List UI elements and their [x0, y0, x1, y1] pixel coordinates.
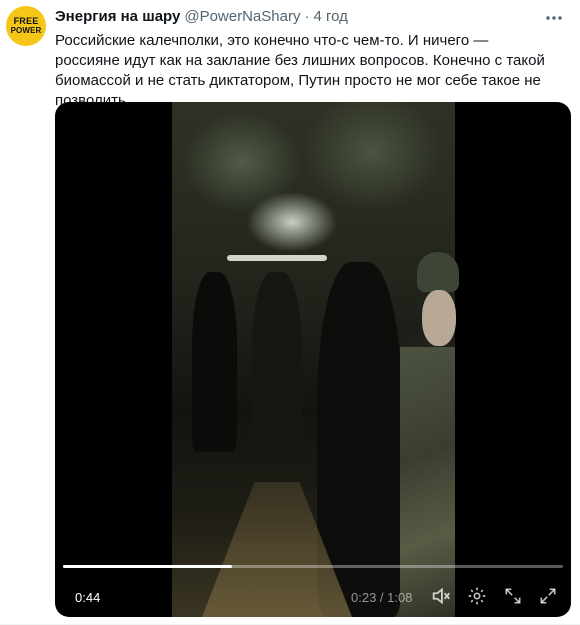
- fullscreen-icon: [540, 588, 556, 604]
- video-scene-face: [422, 290, 456, 346]
- popout-icon: [505, 588, 521, 604]
- video-scene-soldier: [400, 347, 455, 617]
- avatar[interactable]: FREE POWER: [6, 6, 46, 46]
- video-remaining-time: 0:44: [75, 590, 101, 605]
- volume-icon: [432, 587, 450, 605]
- video-scene-cap: [417, 252, 459, 292]
- more-options-button[interactable]: [542, 6, 566, 30]
- video-frame[interactable]: [172, 102, 459, 617]
- video-player[interactable]: 0:44 0:23 / 1:08: [55, 102, 571, 617]
- tweet[interactable]: FREE POWER Энергия на шару @PowerNaShary…: [0, 0, 580, 625]
- more-icon: [546, 16, 562, 20]
- video-progress-fill: [63, 565, 232, 568]
- video-scene-figure: [192, 272, 237, 452]
- video-time-display: 0:23 / 1:08: [351, 590, 413, 605]
- settings-button[interactable]: [465, 584, 489, 608]
- settings-icon: [468, 587, 486, 605]
- popout-button[interactable]: [501, 584, 525, 608]
- video-scene-figure: [252, 272, 302, 462]
- avatar-text-bottom: POWER: [10, 26, 42, 35]
- fullscreen-button[interactable]: [536, 584, 560, 608]
- author-handle[interactable]: @PowerNaShary: [184, 8, 300, 25]
- avatar-text-top: FREE: [13, 16, 39, 26]
- video-progress-bar[interactable]: [63, 565, 563, 568]
- tweet-header: Энергия на шару @PowerNaShary · 4 год: [55, 8, 540, 25]
- tweet-timestamp[interactable]: 4 год: [313, 8, 347, 25]
- video-scene-light: [227, 255, 327, 261]
- tweet-text: Российские калечполки, это конечно что-с…: [55, 32, 545, 109]
- author-name[interactable]: Энергия на шару: [55, 8, 180, 25]
- volume-button[interactable]: [429, 584, 453, 608]
- separator-dot: ·: [304, 8, 310, 25]
